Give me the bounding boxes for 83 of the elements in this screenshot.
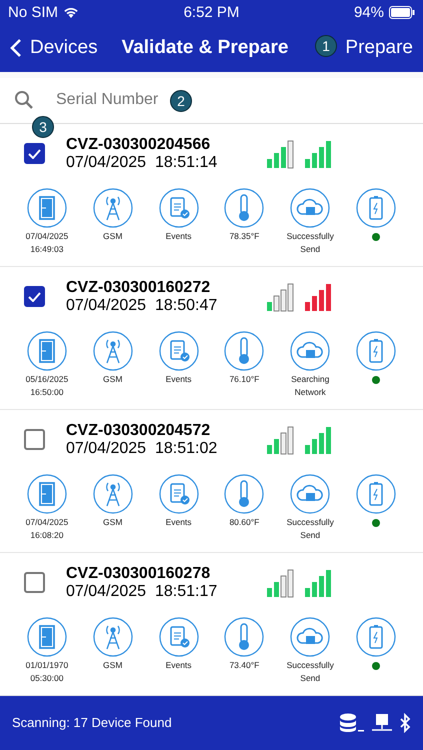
sensor-label: Successfully Send: [286, 230, 334, 256]
sensor-label: 80.60°F: [229, 516, 260, 529]
serial-number: CVZ-030300204566: [66, 136, 212, 154]
sensor-label: Events: [166, 516, 192, 529]
thermometer-icon: [224, 330, 264, 371]
sensor-label: Successfully Send: [286, 658, 334, 685]
battery-icon: [356, 330, 396, 371]
checkbox[interactable]: [24, 429, 45, 450]
sensor-label: GSM: [103, 230, 122, 243]
bluetooth-icon: [399, 712, 411, 733]
antenna-tower-icon: [92, 616, 133, 657]
database-icon: [339, 712, 365, 733]
door-icon: [26, 474, 67, 514]
timestamp: 07/04/2025 18:50:47: [66, 296, 218, 315]
sensor-label: 07/04/2025 16:49:03: [26, 230, 68, 256]
sensor-label: GSM: [103, 372, 122, 386]
clock-text: 6:52 PM: [184, 4, 240, 20]
document-icon: [158, 616, 199, 657]
sensor-label: 01/01/1970 05:30:00: [26, 658, 68, 685]
sensor-label: Searching Network: [291, 372, 330, 399]
door-icon: [26, 616, 67, 657]
signal-icon: [266, 282, 296, 312]
battery-percent: 94%: [354, 4, 384, 20]
timestamp: 07/04/2025 18:51:14: [66, 154, 218, 172]
checkbox[interactable]: [24, 143, 45, 164]
carrier-text: No SIM: [8, 4, 58, 20]
antenna-tower-icon: [92, 188, 133, 228]
search-icon: [14, 90, 34, 110]
prepare-button[interactable]: Prepare: [345, 36, 413, 59]
sensor-label: 78.35°F: [229, 230, 260, 243]
chevron-left-icon: [10, 38, 22, 58]
timestamp: 07/04/2025 18:51:17: [66, 582, 218, 601]
battery-icon: [356, 188, 396, 228]
antenna-tower-icon: [92, 330, 133, 371]
serial-number: CVZ-030300160278: [66, 564, 212, 583]
sensor-label: GSM: [103, 516, 122, 529]
battery-icon: [356, 474, 396, 514]
battery-icon: [389, 6, 415, 18]
signal-icon: [304, 282, 334, 312]
back-button[interactable]: Devices: [10, 36, 98, 59]
signal-icon: [266, 138, 296, 169]
document-icon: [158, 330, 199, 371]
document-icon: [158, 188, 199, 228]
sensor-label: 73.40°F: [229, 658, 260, 672]
sensor-label: GSM: [103, 658, 122, 672]
search-field[interactable]: Serial Number: [54, 90, 168, 110]
sensor-label: Successfully Send: [286, 516, 334, 542]
sensor-label: 76.10°F: [229, 372, 260, 386]
document-icon: [158, 474, 199, 514]
check-icon: [28, 292, 41, 302]
sensor-label: Events: [166, 230, 192, 243]
sensor-label: Events: [166, 658, 192, 672]
signal-icon: [266, 568, 296, 598]
sensor-label: 05/16/2025 16:50:00: [26, 372, 68, 399]
battery-icon: [356, 616, 396, 657]
timestamp: 07/04/2025 18:51:02: [66, 440, 218, 458]
screen-title: Validate & Prepare: [122, 36, 288, 59]
wifi-icon: [63, 6, 80, 18]
cloud-icon: [290, 330, 330, 371]
cloud-icon: [290, 474, 330, 514]
checkbox[interactable]: [24, 286, 45, 308]
sensor-label: Events: [166, 372, 192, 386]
checkbox[interactable]: [24, 572, 45, 594]
check-icon: [28, 148, 41, 159]
thermometer-icon: [224, 188, 264, 228]
cloud-icon: [290, 616, 330, 657]
network-icon: [371, 712, 393, 733]
signal-icon: [304, 138, 334, 169]
thermometer-icon: [224, 474, 264, 514]
callout-badge: 1: [315, 35, 337, 57]
serial-number: CVZ-030300160272: [66, 278, 212, 297]
scan-status: Scanning: 17 Device Found: [12, 715, 172, 730]
thermometer-icon: [224, 616, 264, 657]
sensor-label: 07/04/2025 16:08:20: [26, 516, 68, 542]
door-icon: [26, 188, 67, 228]
callout-badge: 2: [170, 90, 192, 112]
signal-icon: [304, 568, 334, 598]
serial-number: CVZ-030300204572: [66, 422, 212, 440]
cloud-icon: [290, 188, 330, 228]
signal-icon: [266, 424, 296, 455]
door-icon: [26, 330, 67, 371]
antenna-tower-icon: [92, 474, 133, 514]
signal-icon: [304, 424, 334, 455]
